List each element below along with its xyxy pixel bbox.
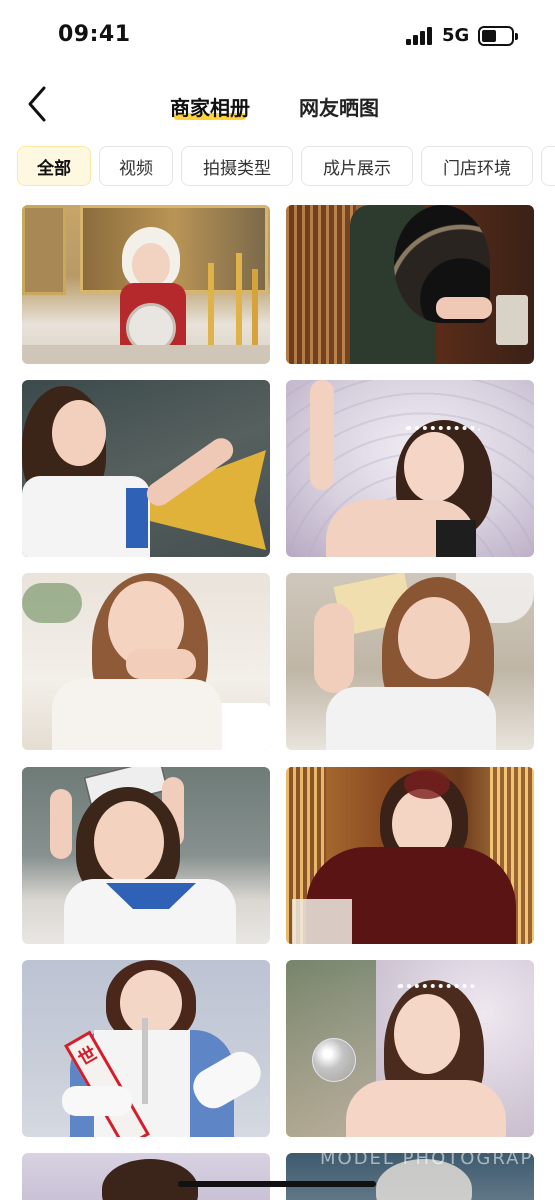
chip-video[interactable]: 视频 (99, 146, 173, 186)
photo-thumbnail[interactable] (286, 573, 534, 750)
photo-thumbnail[interactable] (22, 380, 270, 557)
photo-thumbnail[interactable] (286, 767, 534, 944)
tab-user-photos-label: 网友晒图 (299, 96, 379, 120)
network-label: 5G (442, 25, 470, 46)
tab-merchant-album-label: 商家相册 (170, 96, 250, 120)
status-bar: 09:41 5G (0, 0, 555, 72)
chip-store-environment[interactable]: 门店环境 (421, 146, 533, 186)
app-screen: 09:41 5G 商家相册 网友晒图 全部 视频 拍摄类型 成片展示 门店环境 … (0, 0, 555, 1200)
watermark: MODEL PHOTOGRAPH (320, 1148, 549, 1169)
chip-more[interactable] (541, 146, 555, 186)
chip-shoot-type[interactable]: 拍摄类型 (181, 146, 293, 186)
status-time: 09:41 (58, 22, 131, 47)
battery-icon (478, 26, 518, 46)
photo-thumbnail[interactable] (22, 205, 270, 364)
album-header: 商家相册 网友晒图 (0, 72, 555, 140)
tab-user-photos[interactable]: 网友晒图 (299, 92, 379, 121)
photo-thumbnail[interactable]: 世 (22, 960, 270, 1137)
chip-finished-photos[interactable]: 成片展示 (301, 146, 413, 186)
tab-merchant-album[interactable]: 商家相册 (170, 92, 250, 121)
chip-all[interactable]: 全部 (17, 146, 91, 186)
photo-thumbnail[interactable] (22, 767, 270, 944)
photo-thumbnail[interactable] (286, 380, 534, 557)
photo-thumbnail[interactable] (286, 205, 534, 364)
photo-thumbnail[interactable] (286, 960, 534, 1137)
chevron-left-icon (28, 86, 46, 122)
category-filter-bar: 全部 视频 拍摄类型 成片展示 门店环境 (0, 146, 555, 188)
photo-thumbnail[interactable] (22, 573, 270, 750)
back-button[interactable] (18, 82, 58, 126)
signal-bars-icon (406, 27, 434, 45)
home-indicator[interactable] (178, 1181, 376, 1187)
sash-text: 世 (74, 1043, 101, 1071)
photo-thumbnail[interactable] (22, 1153, 270, 1200)
